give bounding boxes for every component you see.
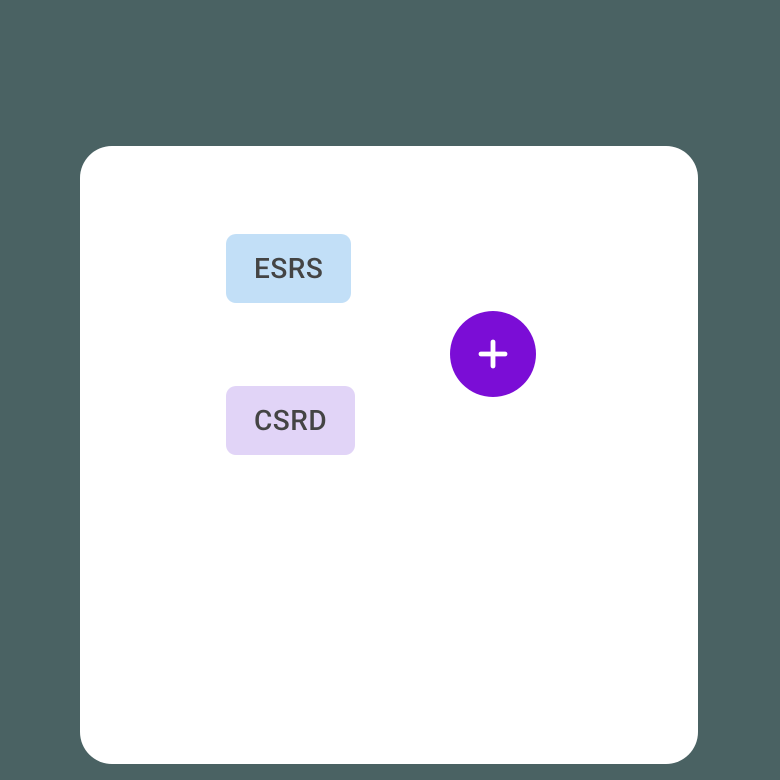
add-button[interactable] xyxy=(450,311,536,397)
tag-csrd[interactable]: CSRD xyxy=(226,386,355,455)
tag-esrs-label: ESRS xyxy=(254,252,323,285)
plus-icon xyxy=(475,336,511,372)
tag-csrd-label: CSRD xyxy=(254,404,327,437)
tag-esrs[interactable]: ESRS xyxy=(226,234,351,303)
card-panel xyxy=(80,146,698,764)
